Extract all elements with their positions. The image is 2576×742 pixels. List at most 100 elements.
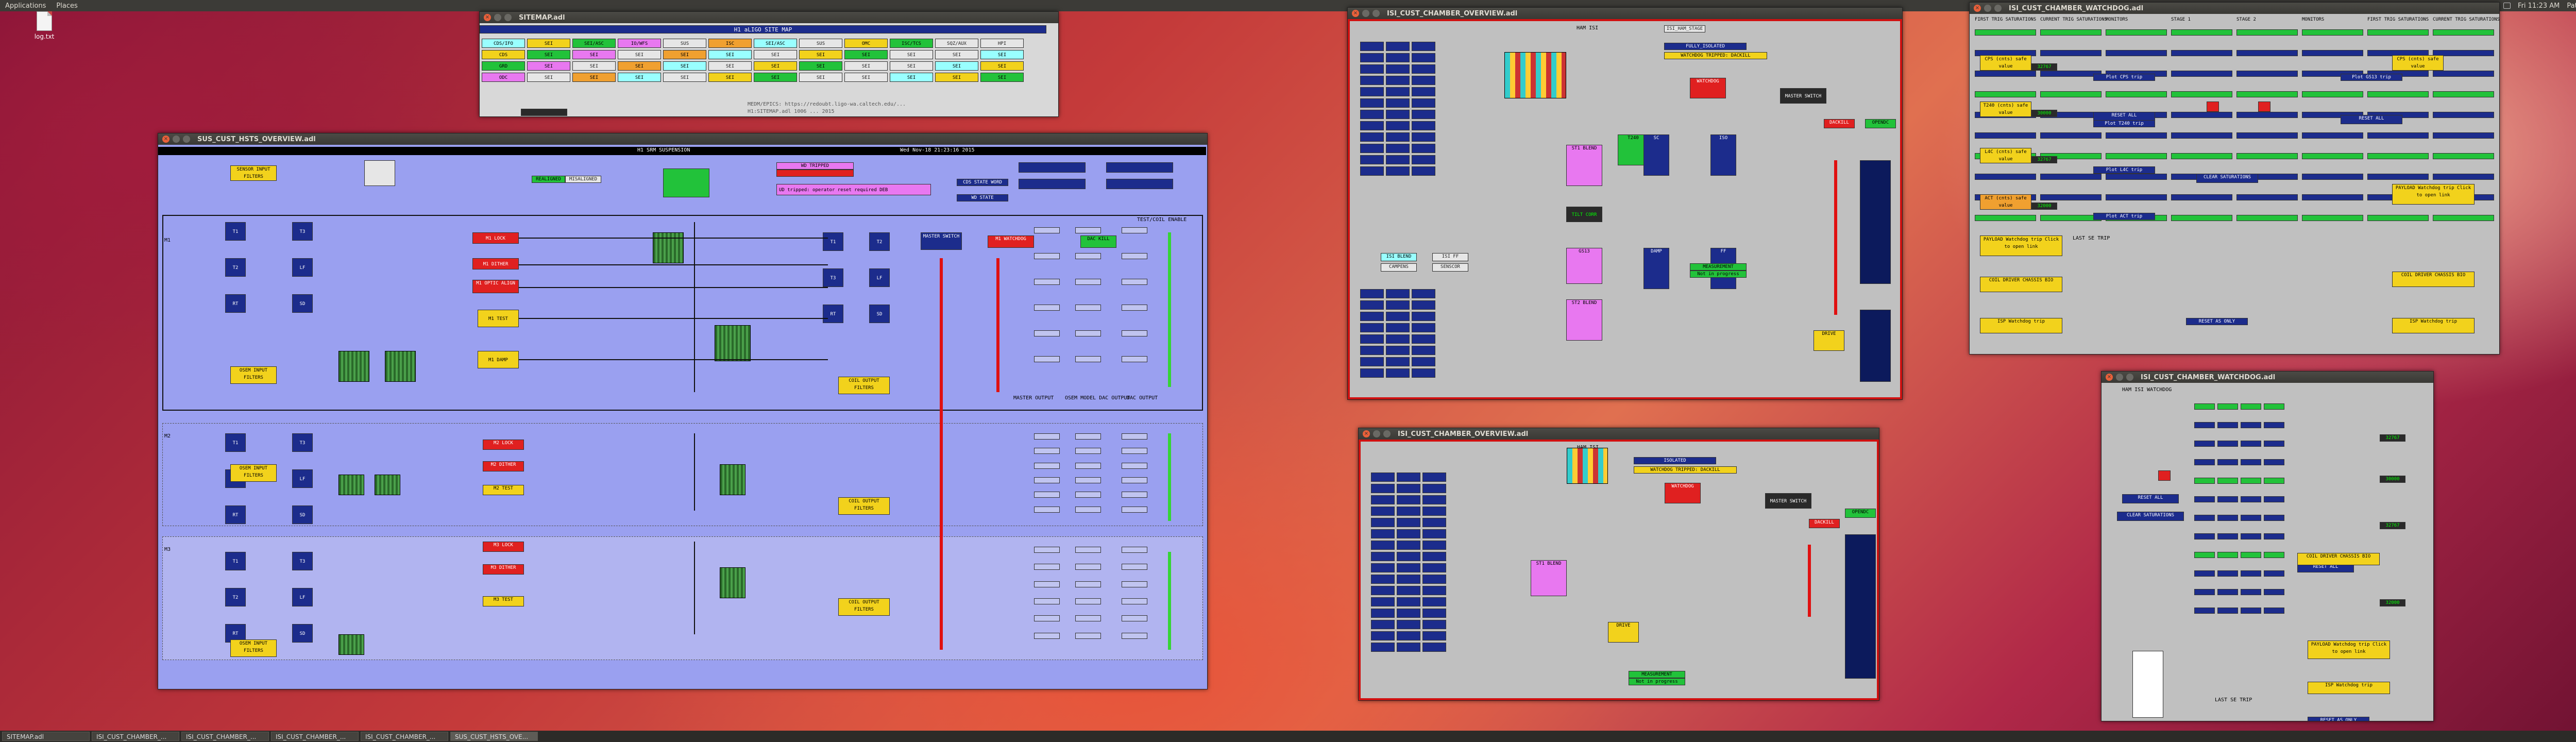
wd2-coil-driver[interactable]: COIL DRIVER CHASSIS BIO xyxy=(2297,553,2380,565)
m3-dither-button[interactable]: M3 DITHER xyxy=(483,564,524,575)
m3-test-button[interactable]: M3 TEST xyxy=(483,596,524,606)
osem-block[interactable]: RT xyxy=(225,505,246,524)
isi1-st1-blend[interactable]: ST1 BLEND xyxy=(1566,145,1602,186)
sitemap-cell[interactable]: SEI xyxy=(618,73,661,82)
minimize-icon[interactable] xyxy=(494,14,501,21)
maximize-icon[interactable] xyxy=(1372,10,1380,17)
sitemap-cell[interactable]: SEI xyxy=(799,50,842,59)
osem-out-block[interactable]: LF xyxy=(869,268,890,287)
m1-damp-button[interactable]: M1 DAMP xyxy=(478,351,519,368)
sus-sensor-filters-button[interactable]: SENSOR INPUT FILTERS xyxy=(230,165,277,181)
isi2-st1-blend[interactable]: ST1 BLEND xyxy=(1531,560,1567,596)
wd2-titlebar[interactable]: × ISI_CUST_CHAMBER_WATCHDOG.adl xyxy=(2102,372,2433,383)
sitemap-cell[interactable]: SEI xyxy=(527,39,570,48)
m1-optic-align-button[interactable]: M1 OPTIC ALIGN xyxy=(472,280,519,293)
isi1-button-ff[interactable]: ISI FF xyxy=(1432,253,1468,261)
sitemap-cell[interactable]: SEI xyxy=(890,73,933,82)
isi2-measurement[interactable]: MEASUREMENT xyxy=(1629,671,1685,678)
sus-measurement-button[interactable] xyxy=(663,168,709,197)
close-icon[interactable]: × xyxy=(162,136,170,143)
wd1-payload-note[interactable]: PAYLOAD Watchdog trip Click to open link xyxy=(1980,235,2062,256)
coil-output-filters-m1[interactable]: COIL OUTPUT FILTERS xyxy=(838,377,890,394)
sitemap-cell[interactable]: SEI xyxy=(935,50,978,59)
close-icon[interactable]: × xyxy=(1363,430,1370,437)
desktop-file-icon[interactable]: log.txt xyxy=(29,11,60,40)
sitemap-cell[interactable]: SEI xyxy=(618,61,661,71)
isi1-big-matrix[interactable] xyxy=(1504,52,1566,98)
m3-lock-button[interactable]: M3 LOCK xyxy=(483,542,524,552)
sitemap-cell[interactable]: SEI xyxy=(980,50,1024,59)
isi1-st2-blend[interactable]: ST2 BLEND xyxy=(1566,299,1602,341)
m1-dither-button[interactable]: M1 DITHER xyxy=(472,258,519,269)
sitemap-cell[interactable]: HPI xyxy=(980,39,1024,48)
sitemap-cell[interactable]: SEI xyxy=(572,50,616,59)
dac-kill-button[interactable]: DAC KILL xyxy=(1080,235,1116,248)
close-icon[interactable]: × xyxy=(2106,374,2113,381)
sus-hepi-button-2[interactable] xyxy=(1106,179,1173,189)
wd1-clear-sat[interactable]: CLEAR SATURATIONS xyxy=(2196,174,2258,183)
sitemap-cell[interactable]: SEI xyxy=(708,50,752,59)
wd1-plot-gs13[interactable]: Plot GS13 trip xyxy=(2341,74,2402,81)
sitemap-cell[interactable]: GRD xyxy=(482,61,525,71)
isi1-button-senscor[interactable]: SENSCOR xyxy=(1432,263,1468,272)
m2-lock-button[interactable]: M2 LOCK xyxy=(483,440,524,450)
isi2-opendc-button[interactable]: OPENDC xyxy=(1845,509,1876,518)
maximize-icon[interactable] xyxy=(504,14,512,21)
maximize-icon[interactable] xyxy=(2126,374,2133,381)
task-isi-3[interactable]: ISI_CUST_CHAMBER_... xyxy=(271,732,359,741)
isi1-tilt-corr[interactable]: TILT CORR xyxy=(1566,207,1602,222)
wd1-coil-driver-right[interactable]: COIL DRIVER CHASSIS BIO xyxy=(2392,272,2475,287)
sus-hepi-button[interactable] xyxy=(1106,162,1173,173)
sitemap-cell[interactable]: SEI xyxy=(799,61,842,71)
osem-input-filters-m2[interactable]: OSEM INPUT FILTERS xyxy=(230,464,277,482)
sitemap-cell[interactable]: SEI/ASC xyxy=(754,39,797,48)
isi1-measurement[interactable]: MEASUREMENT xyxy=(1690,263,1747,271)
isi1-opendc-button[interactable]: OPENDC xyxy=(1865,119,1896,128)
minimize-icon[interactable] xyxy=(2116,374,2123,381)
isi1-master-switch[interactable]: MASTER SWITCH xyxy=(1780,88,1826,104)
minimize-icon[interactable] xyxy=(173,136,180,143)
volume-icon[interactable] xyxy=(2503,3,2511,9)
coil-output-filters-m2[interactable]: COIL OUTPUT FILTERS xyxy=(838,497,890,515)
m2-matrix-icon[interactable] xyxy=(338,475,364,495)
sitemap-titlebar[interactable]: × SITEMAP.adl xyxy=(480,12,1058,23)
osem-block[interactable]: RT xyxy=(225,294,246,313)
osem-block[interactable]: LF xyxy=(292,588,313,606)
maximize-icon[interactable] xyxy=(183,136,190,143)
wd1-coil-driver-note[interactable]: COIL DRIVER CHASSIS BIO xyxy=(1980,277,2062,292)
osem-input-filters-m3[interactable]: OSEM INPUT FILTERS xyxy=(230,639,277,657)
sitemap-cell[interactable]: SEI xyxy=(572,61,616,71)
isi1-gs13-blend[interactable]: GS13 xyxy=(1566,248,1602,284)
isi2-drive-block[interactable]: DRIVE xyxy=(1608,622,1639,643)
minimize-icon[interactable] xyxy=(1373,430,1380,437)
osem-out-block[interactable]: RT xyxy=(823,305,843,323)
wd1-isp-note[interactable]: ISP Watchdog trip xyxy=(1980,318,2062,333)
osem-out-block[interactable]: T3 xyxy=(823,268,843,287)
maximize-icon[interactable] xyxy=(1994,5,2002,12)
sitemap-cell[interactable]: SEI xyxy=(980,73,1024,82)
sitemap-cell[interactable]: SUS xyxy=(799,39,842,48)
sitemap-cell[interactable]: SEI xyxy=(708,73,752,82)
clock[interactable]: Fri 11:23 AM xyxy=(2518,2,2560,10)
sitemap-cell[interactable]: SEI xyxy=(663,50,706,59)
m2-eul-icon[interactable] xyxy=(720,464,745,495)
wd2-payload-note[interactable]: PAYLOAD Watchdog trip Click to open link xyxy=(2308,640,2390,659)
osem-block[interactable]: T3 xyxy=(292,222,313,241)
user-name[interactable]: Patrick Thomas xyxy=(2567,2,2576,10)
isi1-iso-block[interactable]: ISO xyxy=(1710,134,1736,176)
sus-seismic-button-2[interactable] xyxy=(1019,179,1086,189)
isi1-titlebar[interactable]: × ISI_CUST_CHAMBER_OVERVIEW.adl xyxy=(1348,8,1902,19)
sus-seismic-button[interactable] xyxy=(1019,162,1086,173)
wd2-isp-note[interactable]: ISP Watchdog trip xyxy=(2308,682,2390,694)
close-icon[interactable]: × xyxy=(484,14,491,21)
sitemap-cell[interactable]: SEI xyxy=(572,73,616,82)
sitemap-cell[interactable]: CDS/IFO xyxy=(482,39,525,48)
close-icon[interactable]: × xyxy=(1352,10,1359,17)
isi2-watchdog-button[interactable]: WATCHDOG xyxy=(1665,483,1701,503)
sitemap-cell[interactable]: SEI xyxy=(754,50,797,59)
m1-test-button[interactable]: M1 TEST xyxy=(478,310,519,327)
m2-matrix-icon-2[interactable] xyxy=(375,475,400,495)
sitemap-cell[interactable]: SEI xyxy=(708,61,752,71)
task-isi-2[interactable]: ISI_CUST_CHAMBER_... xyxy=(181,732,269,741)
maximize-icon[interactable] xyxy=(1383,430,1391,437)
